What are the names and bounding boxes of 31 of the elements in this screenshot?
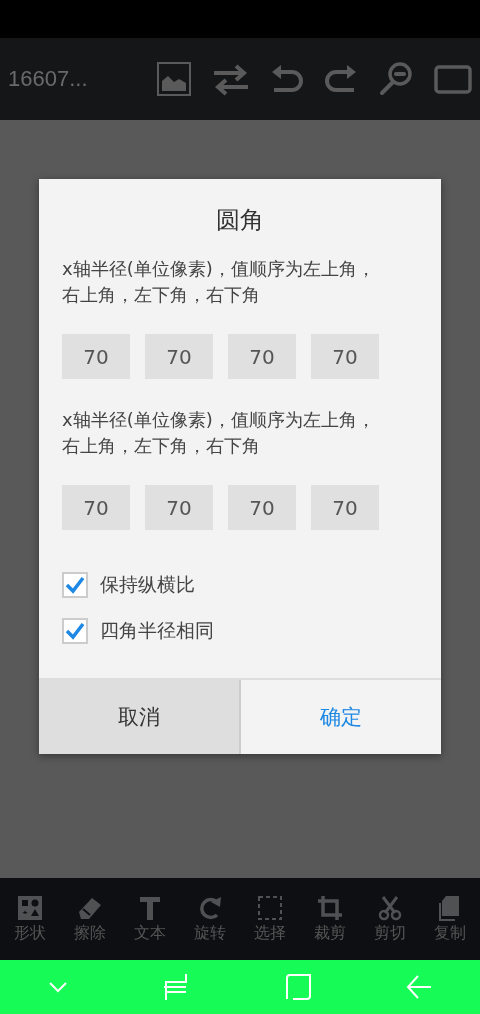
scissors-icon bbox=[377, 894, 403, 921]
radius-field[interactable]: 70 bbox=[145, 334, 213, 379]
selection-icon bbox=[257, 894, 283, 921]
radius-field[interactable]: 70 bbox=[62, 334, 130, 379]
crop-icon bbox=[317, 894, 343, 921]
radius-field[interactable]: 70 bbox=[62, 485, 130, 530]
rotate-icon bbox=[197, 894, 223, 921]
description-text: x轴半径(单位像素)，值顺序为左上角，右上角，左下角，右下角 bbox=[61, 257, 376, 307]
checkbox[interactable] bbox=[62, 572, 88, 598]
checkbox[interactable] bbox=[62, 618, 88, 644]
radius-field[interactable]: 70 bbox=[311, 334, 379, 379]
description-text: x轴半径(单位像素)，值顺序为左上角，右上角，左下角，右下角 bbox=[61, 408, 376, 458]
back-icon[interactable] bbox=[406, 974, 433, 1000]
dialog-title: 圆角 bbox=[215, 205, 265, 236]
file-name: 16607... bbox=[8, 66, 89, 92]
radius-field[interactable]: 70 bbox=[228, 485, 296, 530]
text-icon bbox=[137, 894, 163, 921]
chevron-down-icon[interactable] bbox=[47, 981, 68, 993]
home-icon[interactable] bbox=[284, 974, 311, 1000]
radius-field[interactable]: 70 bbox=[145, 485, 213, 530]
frame-icon[interactable] bbox=[434, 64, 472, 94]
confirm-button[interactable]: 确定 bbox=[241, 680, 441, 754]
checkbox-label: 四角半径相同 bbox=[100, 618, 214, 643]
cancel-button[interactable]: 取消 bbox=[39, 680, 241, 754]
checkbox-label: 保持纵横比 bbox=[100, 572, 195, 597]
zoom-out-icon[interactable] bbox=[378, 61, 414, 97]
radius-field[interactable]: 70 bbox=[311, 485, 379, 530]
image-icon[interactable] bbox=[156, 61, 192, 97]
recents-icon[interactable] bbox=[163, 973, 190, 1001]
shapes-icon bbox=[17, 894, 43, 921]
radius-field[interactable]: 70 bbox=[228, 334, 296, 379]
